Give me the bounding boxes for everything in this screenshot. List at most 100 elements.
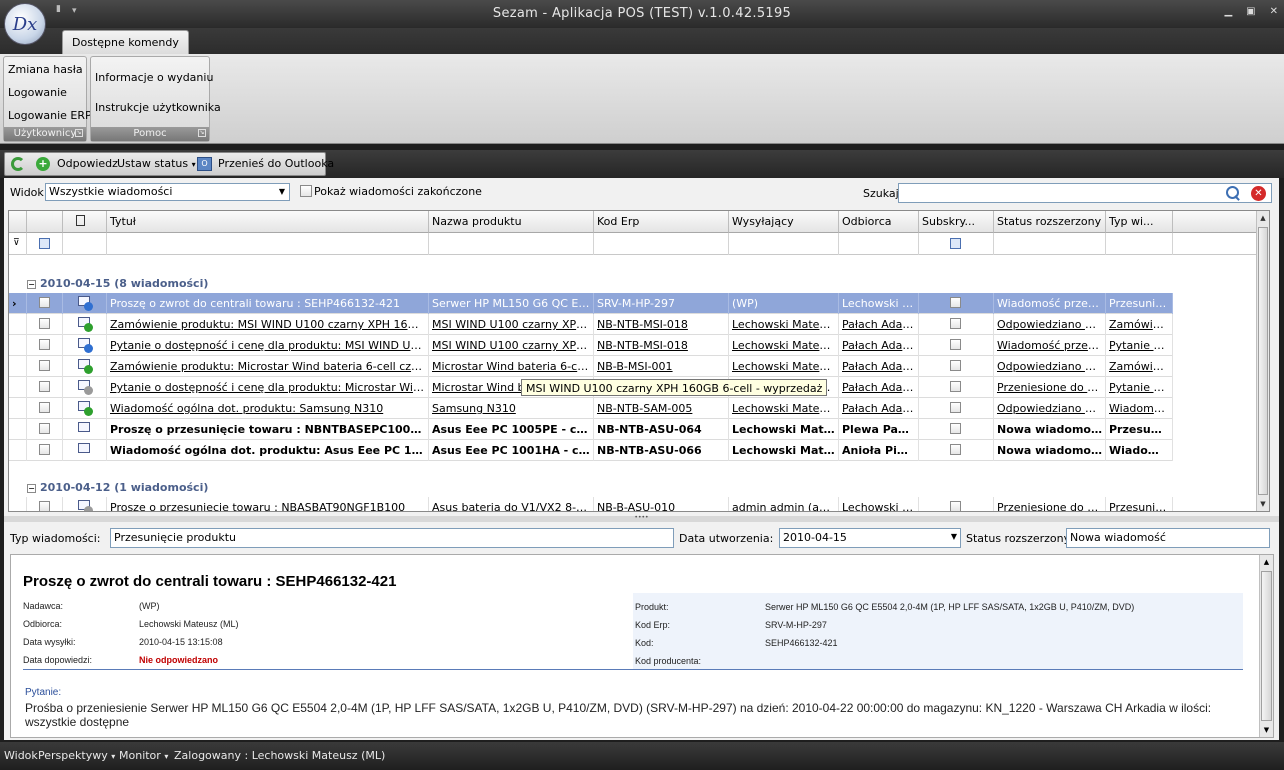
erp-login-button[interactable]: Logowanie ERP (8, 109, 92, 122)
row-checkbox[interactable] (39, 402, 50, 413)
scroll-down-icon[interactable]: ▼ (1257, 497, 1269, 511)
table-row[interactable]: Proszę o przesunięcie towaru : NBNTBASEP… (9, 419, 1173, 440)
table-row[interactable]: Wiadomość ogólna dot. produktu: Asus Eee… (9, 440, 1173, 461)
outlook-icon[interactable]: O (197, 157, 212, 171)
column-header-product[interactable]: Nazwa produktu (429, 211, 594, 233)
collapse-icon[interactable]: − (27, 280, 36, 289)
search-input[interactable]: ✕ (898, 183, 1272, 203)
filter-cell-subscription[interactable] (919, 233, 994, 255)
cell-title[interactable]: Zamówienie produktu: MSI WIND U100 czarn… (107, 314, 429, 335)
cell-status[interactable]: Wiadomość przeczy... (994, 293, 1106, 314)
cell-type[interactable]: Zamówienie (1106, 356, 1173, 377)
preview-scrollbar[interactable]: ▲ ▼ (1259, 555, 1273, 737)
scroll-down-icon[interactable]: ▼ (1260, 723, 1273, 737)
search-icon[interactable] (1226, 186, 1240, 200)
filter-cell-recipient[interactable] (839, 233, 919, 255)
cell-type[interactable]: Zamówienie (1106, 314, 1173, 335)
scroll-thumb[interactable] (1261, 571, 1272, 721)
cell-erp[interactable]: SRV-M-HP-297 (594, 293, 729, 314)
cell-sender[interactable]: Lechowski Mateusz... (729, 314, 839, 335)
move-to-outlook-button[interactable]: Przenieś do Outlooka (218, 157, 334, 170)
cell-sender[interactable]: admin admin (admin) (729, 497, 839, 511)
select-column-header[interactable] (27, 211, 63, 233)
subscription-checkbox[interactable] (950, 501, 961, 511)
cell-title[interactable]: Proszę o przesunięcie towaru : NBNTBASEP… (107, 419, 429, 440)
maximize-icon[interactable]: ▣ (1246, 6, 1255, 17)
statusbar-monitor[interactable]: Monitor ▾ (119, 749, 168, 762)
cell-product[interactable]: Asus Eee PC 1001HA - czar... (429, 440, 594, 461)
app-logo[interactable]: Dx (4, 3, 46, 45)
table-row[interactable]: Zamówienie produktu: MSI WIND U100 czarn… (9, 314, 1173, 335)
refresh-icon[interactable] (11, 157, 25, 171)
group-launcher-icon[interactable]: ↘ (75, 129, 83, 137)
cell-type[interactable]: Przesunię... (1106, 497, 1173, 511)
cell-status[interactable]: Odpowiedziano na ... (994, 356, 1106, 377)
filter-checkbox-icon[interactable] (950, 238, 961, 249)
cell-status[interactable]: Nowa wiadomość (994, 419, 1106, 440)
chevron-down-icon[interactable]: ▼ (951, 532, 957, 541)
cell-status[interactable]: Przeniesione do out... (994, 497, 1106, 511)
cell-type[interactable]: Przesuni... (1106, 419, 1173, 440)
column-header-subscription[interactable]: Subskry... (919, 211, 994, 233)
filter-checkbox-icon[interactable] (39, 238, 50, 249)
column-header-title[interactable]: Tytuł (107, 211, 429, 233)
funnel-icon[interactable]: ⊽ (13, 238, 20, 248)
subscription-checkbox[interactable] (950, 402, 961, 413)
cell-type[interactable]: Pytanie o ... (1106, 377, 1173, 398)
row-checkbox[interactable] (39, 444, 50, 455)
cell-erp[interactable]: NB-NTB-ASU-066 (594, 440, 729, 461)
row-checkbox[interactable] (39, 501, 50, 511)
set-status-button[interactable]: Ustaw status ▾ (117, 157, 196, 170)
row-checkbox[interactable] (39, 297, 50, 308)
column-header-type[interactable]: Typ wi... (1106, 211, 1173, 233)
subscription-checkbox[interactable] (950, 297, 961, 308)
subscription-checkbox[interactable] (950, 381, 961, 392)
cell-title[interactable]: Proszę o zwrot do centrali towaru : SEHP… (107, 293, 429, 314)
cell-product[interactable]: Serwer HP ML150 G6 QC E550... (429, 293, 594, 314)
show-finished-checkbox[interactable] (300, 185, 312, 197)
cell-product[interactable]: MSI WIND U100 czarny XPH 1... (429, 335, 594, 356)
column-header-erp[interactable]: Kod Erp (594, 211, 729, 233)
icon-column-header[interactable] (63, 211, 107, 233)
collapse-icon[interactable]: − (27, 484, 36, 493)
release-info-button[interactable]: Informacje o wydaniu (95, 71, 213, 84)
view-select[interactable]: Wszystkie wiadomości ▼ (45, 183, 290, 201)
cell-erp[interactable]: NB-NTB-MSI-018 (594, 314, 729, 335)
clear-search-icon[interactable]: ✕ (1251, 186, 1266, 201)
scroll-up-icon[interactable]: ▲ (1257, 211, 1269, 225)
cell-sender[interactable]: Lechowski Mate... (729, 419, 839, 440)
cell-sender[interactable]: (WP) (729, 293, 839, 314)
tab-available-commands[interactable]: Dostępne komendy (62, 30, 189, 54)
table-row[interactable]: Wiadomość ogólna dot. produktu: Samsung … (9, 398, 1173, 419)
cell-status[interactable]: Odpowiedziano na ... (994, 314, 1106, 335)
cell-title[interactable]: Proszę o przesunięcie towaru : NBASBAT90… (107, 497, 429, 511)
subscription-checkbox[interactable] (950, 423, 961, 434)
subscription-checkbox[interactable] (950, 444, 961, 455)
cell-recipient[interactable]: Pałach Adam... (839, 398, 919, 419)
cell-sender[interactable]: Lechowski Mate... (729, 440, 839, 461)
cell-status[interactable]: Przeniesione do out... (994, 377, 1106, 398)
change-password-button[interactable]: Zmiana hasła (8, 63, 83, 76)
cell-erp[interactable]: NB-B-MSI-001 (594, 356, 729, 377)
chevron-down-icon[interactable]: ▼ (275, 184, 289, 200)
quick-access-icon[interactable]: ▮ (56, 4, 68, 22)
filter-cell-erp[interactable] (594, 233, 729, 255)
statusbar-perspectives[interactable]: Perspektywy ▾ (38, 749, 115, 762)
cell-sender[interactable]: Lechowski Mateusz... (729, 356, 839, 377)
cell-product[interactable]: Asus Eee PC 1005PE - czar... (429, 419, 594, 440)
cell-title[interactable]: Wiadomość ogólna dot. produktu: Asus Eee… (107, 440, 429, 461)
grid-scrollbar[interactable]: ▲ ▼ (1256, 211, 1269, 511)
extended-status-field[interactable]: Nowa wiadomość (1066, 528, 1270, 548)
subscription-checkbox[interactable] (950, 339, 961, 350)
cell-recipient[interactable]: Lechowski M... (839, 497, 919, 511)
filter-cell-product[interactable] (429, 233, 594, 255)
login-button[interactable]: Logowanie (8, 86, 67, 99)
user-guide-button[interactable]: Instrukcje użytkownika (95, 101, 221, 114)
cell-title[interactable]: Wiadomość ogólna dot. produktu: Samsung … (107, 398, 429, 419)
cell-erp[interactable]: NB-NTB-MSI-018 (594, 335, 729, 356)
filter-cell-icon[interactable] (63, 233, 107, 255)
cell-recipient[interactable]: Pałach Adam... (839, 314, 919, 335)
cell-status[interactable]: Wiadomość przeczy... (994, 335, 1106, 356)
cell-type[interactable]: Wiadomoś... (1106, 398, 1173, 419)
table-row[interactable]: Pytanie o dostępność i cenę dla produktu… (9, 335, 1173, 356)
